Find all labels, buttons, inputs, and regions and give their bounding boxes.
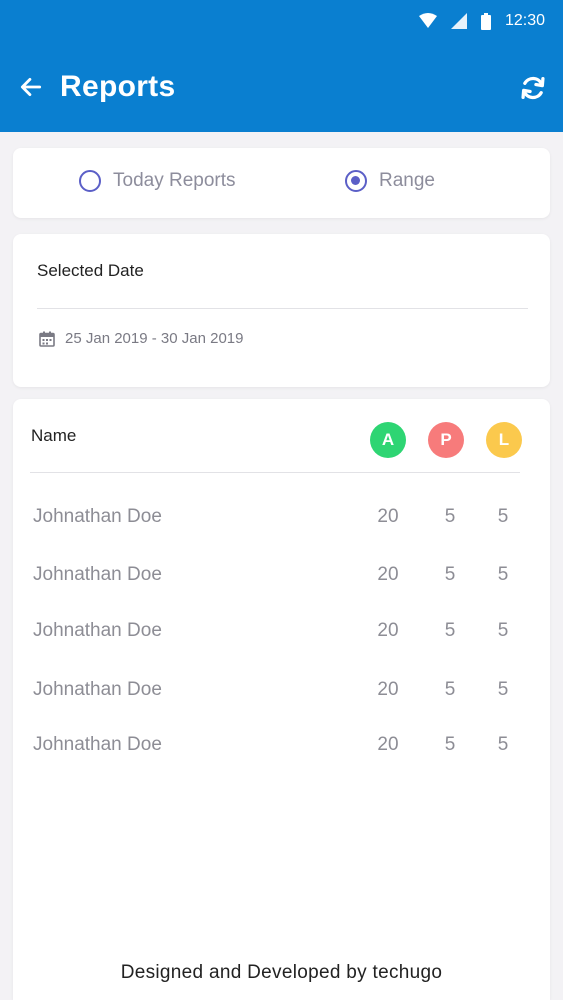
app-bar: Reports [0,44,563,132]
present-column-badge: P [428,422,464,458]
table-row[interactable]: Johnathan Doe 20 5 5 [13,502,550,532]
row-l-value: 5 [497,734,509,755]
row-p-value: 5 [444,506,456,527]
range-label: Range [379,170,435,191]
calendar-icon [39,331,55,347]
page-title: Reports [60,70,176,103]
divider [37,308,528,309]
status-time: 12:30 [504,12,545,29]
row-l-value: 5 [497,679,509,700]
selected-date-label: Selected Date [37,261,144,280]
header-divider [30,472,520,473]
row-p-value: 5 [444,679,456,700]
row-name: Johnathan Doe [33,506,162,527]
back-arrow-icon[interactable] [18,74,44,100]
row-name: Johnathan Doe [33,620,162,641]
row-name: Johnathan Doe [33,564,162,585]
table-row[interactable]: Johnathan Doe 20 5 5 [13,730,550,760]
row-a-value: 20 [377,620,399,641]
row-a-value: 20 [377,506,399,527]
row-p-value: 5 [444,564,456,585]
today-reports-label: Today Reports [113,170,236,191]
battery-icon [480,12,491,30]
footer-text: Designed and Developed by [120,962,367,983]
signal-icon [450,13,467,29]
row-a-value: 20 [377,679,399,700]
row-p-value: 5 [444,620,456,641]
row-p-value: 5 [444,734,456,755]
row-a-value: 20 [377,564,399,585]
row-a-value: 20 [377,734,399,755]
attendance-table-card: Name A P L Johnathan Doe 20 5 5 Johnatha… [13,399,550,1000]
row-name: Johnathan Doe [33,734,162,755]
range-option[interactable]: Range [345,170,435,192]
refresh-icon[interactable] [519,74,547,102]
date-range-picker[interactable]: 25 Jan 2019 - 30 Jan 2019 [39,330,243,347]
table-row[interactable]: Johnathan Doe 20 5 5 [13,675,550,705]
radio-button-unselected[interactable] [79,170,101,192]
date-range-text: 25 Jan 2019 - 30 Jan 2019 [65,330,244,347]
today-reports-option[interactable]: Today Reports [79,170,236,192]
row-l-value: 5 [497,506,509,527]
selected-date-card: Selected Date 25 Jan 2019 - 30 Jan 2019 [13,234,550,387]
row-l-value: 5 [497,564,509,585]
absent-column-badge: A [370,422,406,458]
wifi-icon [418,13,437,28]
row-l-value: 5 [497,620,509,641]
leave-column-badge: L [486,422,522,458]
table-row[interactable]: Johnathan Doe 20 5 5 [13,560,550,590]
table-row[interactable]: Johnathan Doe 20 5 5 [13,616,550,646]
footer-credit: Designed and Developed by techugo [0,962,563,984]
name-column-header: Name [31,426,77,445]
status-bar: 12:30 [0,0,563,44]
report-type-card: Today Reports Range [13,148,550,218]
techugo-logo[interactable]: techugo [373,962,443,983]
row-name: Johnathan Doe [33,679,162,700]
radio-button-selected[interactable] [345,170,367,192]
